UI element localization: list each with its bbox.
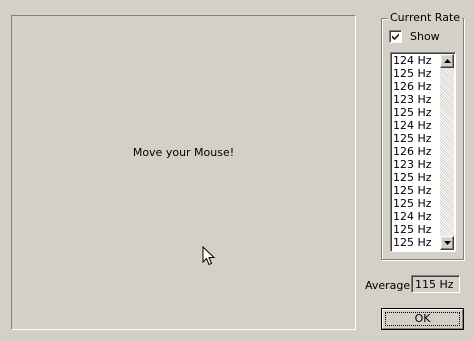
rate-list-item[interactable]: 123 Hz xyxy=(393,93,437,106)
rate-list-item[interactable]: 125 Hz xyxy=(393,132,437,145)
average-value-field: 115 Hz xyxy=(411,275,460,293)
rate-items: 124 Hz 125 Hz 126 Hz 123 Hz 125 Hz 124 Hz 125 … xyxy=(393,54,437,249)
rate-list-item[interactable]: 125 Hz xyxy=(393,106,437,119)
rate-list-item[interactable]: 125 Hz xyxy=(393,236,437,249)
show-checkbox-row[interactable]: Show xyxy=(389,29,440,43)
rate-list-item[interactable]: 125 Hz xyxy=(393,67,437,80)
rate-list-item[interactable]: 126 Hz xyxy=(393,145,437,158)
rate-list-item[interactable]: 125 Hz xyxy=(393,197,437,210)
mouse-pointer-icon xyxy=(202,246,216,266)
rate-list-item[interactable]: 124 Hz xyxy=(393,119,437,132)
current-rate-title: Current Rate xyxy=(388,11,463,25)
average-label: Average xyxy=(365,279,411,292)
rate-list-item[interactable]: 123 Hz xyxy=(393,158,437,171)
arrow-down-icon xyxy=(444,241,451,245)
scroll-up-button[interactable] xyxy=(440,54,454,68)
ok-button-label: OK xyxy=(414,312,431,325)
arrow-up-icon xyxy=(444,59,451,63)
ok-button[interactable]: OK xyxy=(381,308,464,330)
rate-list-item[interactable]: 124 Hz xyxy=(393,210,437,223)
rate-list-item[interactable]: 125 Hz xyxy=(393,171,437,184)
current-rate-group: Current Rate Show 124 Hz 125 Hz 126 Hz 123 … xyxy=(381,11,464,260)
rate-list-item[interactable]: 126 Hz xyxy=(393,80,437,93)
scroll-down-button[interactable] xyxy=(440,236,454,250)
mouse-test-area[interactable]: Move your Mouse! xyxy=(11,15,356,330)
rate-list-item[interactable]: 124 Hz xyxy=(393,54,437,67)
mouse-area-label: Move your Mouse! xyxy=(132,146,235,159)
show-label: Show xyxy=(410,29,440,43)
rate-list-item[interactable]: 125 Hz xyxy=(393,184,437,197)
show-checkbox[interactable] xyxy=(389,29,402,43)
checkmark-icon xyxy=(392,33,399,40)
rate-list[interactable]: 124 Hz 125 Hz 126 Hz 123 Hz 125 Hz 124 Hz 125 … xyxy=(390,52,456,252)
rate-list-scrollbar[interactable] xyxy=(440,54,454,250)
rate-list-item[interactable]: 125 Hz xyxy=(393,223,437,236)
